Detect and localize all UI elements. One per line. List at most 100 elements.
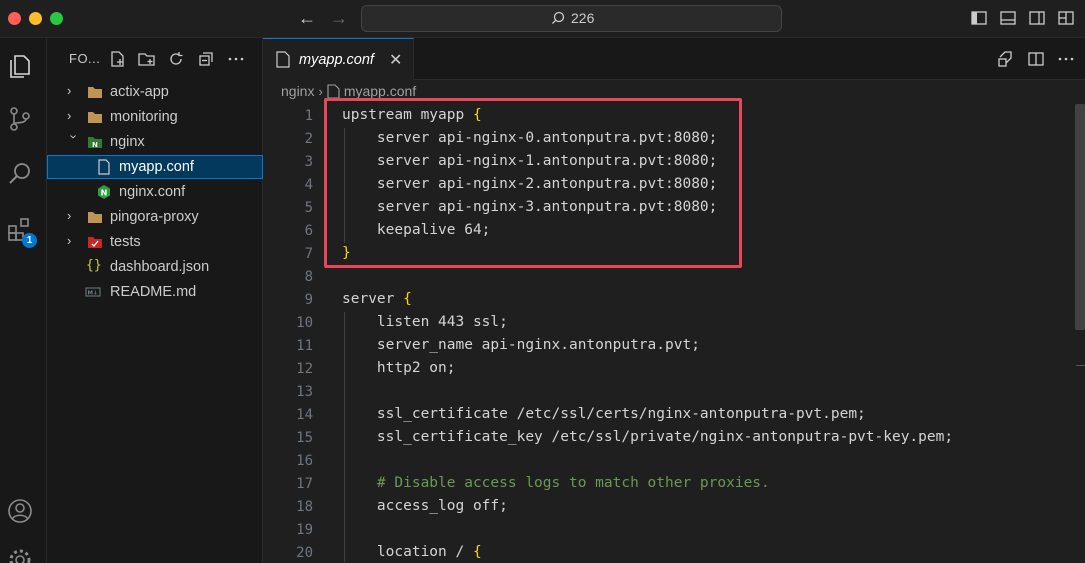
line-number: 19 xyxy=(296,522,313,538)
chevron-down-icon: › xyxy=(66,134,82,139)
line-number: 13 xyxy=(296,384,313,400)
code-line: 11 server_name api-nginx.antonputra.pvt; xyxy=(263,335,1075,358)
explorer-header: FO... xyxy=(47,38,263,78)
tree-item-label: tests xyxy=(110,234,141,250)
line-number: 1 xyxy=(304,108,313,124)
toggle-panel-icon[interactable] xyxy=(999,9,1017,27)
editor-scrollbar[interactable] xyxy=(1075,104,1085,330)
code-brace: { xyxy=(403,291,412,307)
code-line: 12 http2 on; xyxy=(263,358,1075,381)
tree-folder-actix-app[interactable]: › actix-app xyxy=(47,80,263,104)
minimize-window-button[interactable] xyxy=(29,12,42,25)
explorer-sidebar: FO... › actix-app › monitoring › N nginx… xyxy=(47,38,263,563)
line-number: 12 xyxy=(296,361,313,377)
new-file-icon[interactable] xyxy=(109,50,127,68)
account-icon[interactable] xyxy=(6,497,34,525)
tree-folder-monitoring[interactable]: › monitoring xyxy=(47,105,263,129)
tree-item-label: pingora-proxy xyxy=(110,209,199,225)
tree-folder-pingora-proxy[interactable]: › pingora-proxy xyxy=(47,205,263,229)
line-number: 8 xyxy=(304,269,313,285)
tab-bar: myapp.conf ✕ xyxy=(263,38,1085,80)
new-folder-icon[interactable] xyxy=(138,50,156,68)
search-icon[interactable] xyxy=(6,160,34,188)
svg-text:N: N xyxy=(92,141,98,149)
close-tab-icon[interactable]: ✕ xyxy=(389,50,402,70)
title-bar: ← → 226 xyxy=(0,0,1085,38)
tree-file-dashboard-json[interactable]: {} dashboard.json xyxy=(47,255,263,279)
tree-item-label: actix-app xyxy=(110,84,169,100)
line-number: 9 xyxy=(304,292,313,308)
tree-file-nginx-conf[interactable]: N nginx.conf xyxy=(47,180,263,204)
code-line: 9 server { xyxy=(263,289,1075,312)
tree-folder-tests[interactable]: › tests xyxy=(47,230,263,254)
chevron-right-icon: › xyxy=(67,83,72,98)
line-number: 6 xyxy=(304,223,313,239)
split-editor-icon[interactable] xyxy=(1027,50,1045,68)
toggle-secondary-sidebar-icon[interactable] xyxy=(1028,9,1046,27)
tree-item-label: myapp.conf xyxy=(119,159,194,175)
code-text: listen 443 ssl; xyxy=(342,314,508,330)
code-text: http2 on; xyxy=(342,360,456,376)
refresh-icon[interactable] xyxy=(167,50,185,68)
folder-icon xyxy=(88,112,102,123)
tab-label: myapp.conf xyxy=(299,52,374,68)
explorer-icon[interactable] xyxy=(6,52,34,80)
line-number: 15 xyxy=(296,430,313,446)
code-line: 15 ssl_certificate_key /etc/ssl/private/… xyxy=(263,427,1075,450)
more-actions-icon[interactable] xyxy=(1057,50,1075,68)
toggle-primary-sidebar-icon[interactable] xyxy=(970,9,988,27)
markdown-icon: M↓ xyxy=(85,287,101,297)
tab-myapp-conf[interactable]: myapp.conf ✕ xyxy=(263,38,414,80)
maximize-window-button[interactable] xyxy=(50,12,63,25)
code-line: 10 listen 443 ssl; xyxy=(263,312,1075,335)
tree-item-label: nginx.conf xyxy=(119,184,186,200)
chevron-right-icon: › xyxy=(318,83,323,99)
more-actions-icon[interactable] xyxy=(227,50,245,68)
code-text: location / xyxy=(342,544,473,560)
tree-file-myapp-conf[interactable]: myapp.conf xyxy=(47,155,263,179)
open-changes-icon[interactable] xyxy=(997,50,1015,68)
folder-icon xyxy=(88,87,102,98)
code-line: 19 xyxy=(263,519,1075,542)
line-number: 7 xyxy=(304,246,313,262)
tree-item-label: monitoring xyxy=(110,109,178,125)
close-window-button[interactable] xyxy=(8,12,21,25)
chevron-right-icon: › xyxy=(67,108,72,123)
code-text: server xyxy=(342,291,404,307)
line-number: 11 xyxy=(296,338,313,354)
line-number: 14 xyxy=(296,407,313,423)
code-line: 14 ssl_certificate /etc/ssl/certs/nginx-… xyxy=(263,404,1075,427)
code-line: 16 xyxy=(263,450,1075,473)
annotation-highlight-box xyxy=(324,98,742,268)
tree-folder-nginx[interactable]: › N nginx xyxy=(47,130,263,154)
line-number: 10 xyxy=(296,315,313,331)
back-arrow-icon[interactable]: ← xyxy=(298,8,316,28)
line-number: 16 xyxy=(296,453,313,469)
source-control-icon[interactable] xyxy=(6,105,34,133)
customize-layout-icon[interactable] xyxy=(1057,9,1075,27)
explorer-title: FO... xyxy=(69,51,101,66)
breadcrumb: nginx › myapp.conf xyxy=(281,83,416,99)
tree-file-readme-md[interactable]: M↓ README.md xyxy=(47,280,263,304)
code-line: 20 location / { xyxy=(263,542,1075,563)
breadcrumb-file[interactable]: myapp.conf xyxy=(344,83,416,99)
folder-icon xyxy=(88,212,102,223)
line-number: 18 xyxy=(296,499,313,515)
code-text: ssl_certificate /etc/ssl/certs/nginx-ant… xyxy=(342,406,866,422)
svg-text:M↓: M↓ xyxy=(88,290,98,297)
code-text: server_name api-nginx.antonputra.pvt; xyxy=(342,337,700,353)
command-center-search[interactable]: 226 xyxy=(361,5,782,32)
activity-bar: 1 xyxy=(0,38,47,563)
forward-arrow-icon[interactable]: → xyxy=(330,8,348,28)
settings-gear-icon[interactable] xyxy=(6,546,34,563)
json-icon: {} xyxy=(86,258,102,273)
code-comment: # Disable access logs to match other pro… xyxy=(376,475,770,491)
line-number: 17 xyxy=(296,476,313,492)
breadcrumb-folder[interactable]: nginx xyxy=(281,83,314,99)
collapse-all-icon[interactable] xyxy=(197,50,215,68)
line-number: 2 xyxy=(304,131,313,147)
search-icon xyxy=(552,11,565,24)
svg-text:N: N xyxy=(101,189,108,198)
search-text: 226 xyxy=(571,10,595,26)
